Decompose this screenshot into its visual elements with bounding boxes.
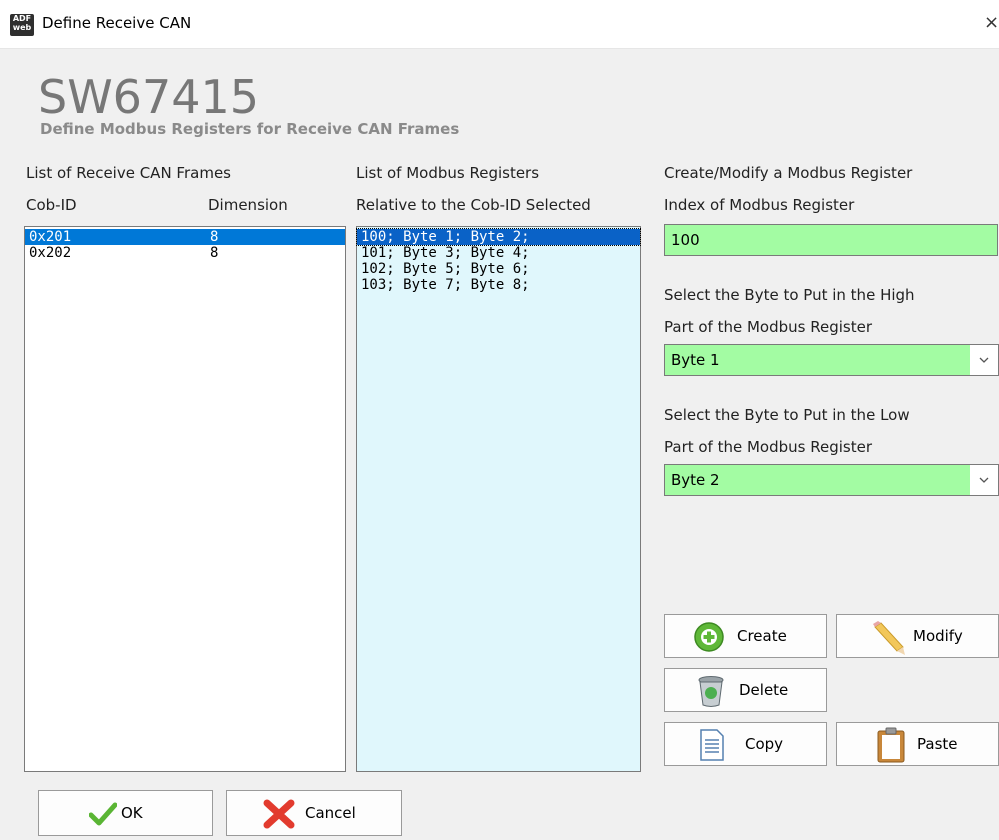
cancel-button[interactable]: Cancel — [226, 790, 402, 836]
paste-label: Paste — [917, 735, 958, 753]
frames-heading: List of Receive CAN Frames — [26, 164, 231, 182]
frame-dimension: 8 — [210, 229, 219, 245]
ok-button[interactable]: OK — [38, 790, 213, 836]
frames-listbox[interactable]: 0x201 8 0x202 8 — [24, 226, 346, 772]
copy-button[interactable]: Copy — [664, 722, 827, 766]
create-label: Create — [737, 627, 787, 645]
page-title: SW67415 — [38, 70, 260, 124]
close-icon — [263, 799, 295, 833]
modify-button[interactable]: Modify — [836, 614, 999, 658]
low-byte-value: Byte 2 — [671, 471, 720, 489]
ok-label: OK — [121, 804, 143, 822]
index-input[interactable]: 100 — [664, 224, 998, 256]
trash-icon — [695, 674, 727, 712]
pencil-icon — [869, 619, 907, 661]
register-item[interactable]: 102; Byte 5; Byte 6; — [357, 261, 640, 277]
delete-label: Delete — [739, 681, 789, 699]
high-byte-value: Byte 1 — [671, 351, 720, 369]
register-item[interactable]: 100; Byte 1; Byte 2; — [356, 228, 641, 246]
window-title: Define Receive CAN — [42, 14, 192, 32]
document-icon — [699, 729, 725, 765]
paste-button[interactable]: Paste — [836, 722, 999, 766]
registers-subheading: Relative to the Cob-ID Selected — [356, 196, 591, 214]
registers-listbox[interactable]: 100; Byte 1; Byte 2; 101; Byte 3; Byte 4… — [356, 226, 641, 772]
add-icon — [693, 621, 725, 657]
index-label: Index of Modbus Register — [664, 196, 855, 214]
clipboard-icon — [877, 727, 905, 767]
title-bar: ADF web Define Receive CAN × — [0, 0, 999, 49]
register-item[interactable]: 101; Byte 3; Byte 4; — [357, 245, 640, 261]
chevron-down-icon[interactable] — [970, 465, 998, 495]
col-cobid-header: Cob-ID — [26, 196, 77, 214]
modify-label: Modify — [913, 627, 963, 645]
frame-row[interactable]: 0x202 8 — [25, 245, 345, 261]
delete-button[interactable]: Delete — [664, 668, 827, 712]
high-byte-label-line2: Part of the Modbus Register — [664, 318, 873, 336]
frame-row[interactable]: 0x201 8 — [25, 229, 345, 245]
frame-cobid: 0x201 — [29, 229, 72, 245]
frame-dimension: 8 — [210, 245, 219, 261]
create-button[interactable]: Create — [664, 614, 827, 658]
register-item[interactable]: 103; Byte 7; Byte 8; — [357, 277, 640, 293]
col-dimension-header: Dimension — [208, 196, 288, 214]
page-subtitle: Define Modbus Registers for Receive CAN … — [40, 120, 460, 138]
define-receive-can-window: ADF web Define Receive CAN × SW67415 Def… — [0, 0, 999, 840]
high-byte-select[interactable]: Byte 1 — [664, 344, 999, 376]
registers-heading: List of Modbus Registers — [356, 164, 540, 182]
close-icon[interactable]: × — [984, 12, 999, 33]
chevron-down-icon[interactable] — [970, 345, 998, 375]
copy-label: Copy — [745, 735, 784, 753]
low-byte-select[interactable]: Byte 2 — [664, 464, 999, 496]
app-icon: ADF web — [10, 14, 34, 36]
frame-cobid: 0x202 — [29, 245, 72, 261]
editor-heading: Create/Modify a Modbus Register — [664, 164, 913, 182]
low-byte-label-line2: Part of the Modbus Register — [664, 438, 873, 456]
checkmark-icon — [88, 801, 118, 831]
high-byte-label-line1: Select the Byte to Put in the High — [664, 286, 915, 304]
low-byte-label-line1: Select the Byte to Put in the Low — [664, 406, 910, 424]
cancel-label: Cancel — [305, 804, 356, 822]
